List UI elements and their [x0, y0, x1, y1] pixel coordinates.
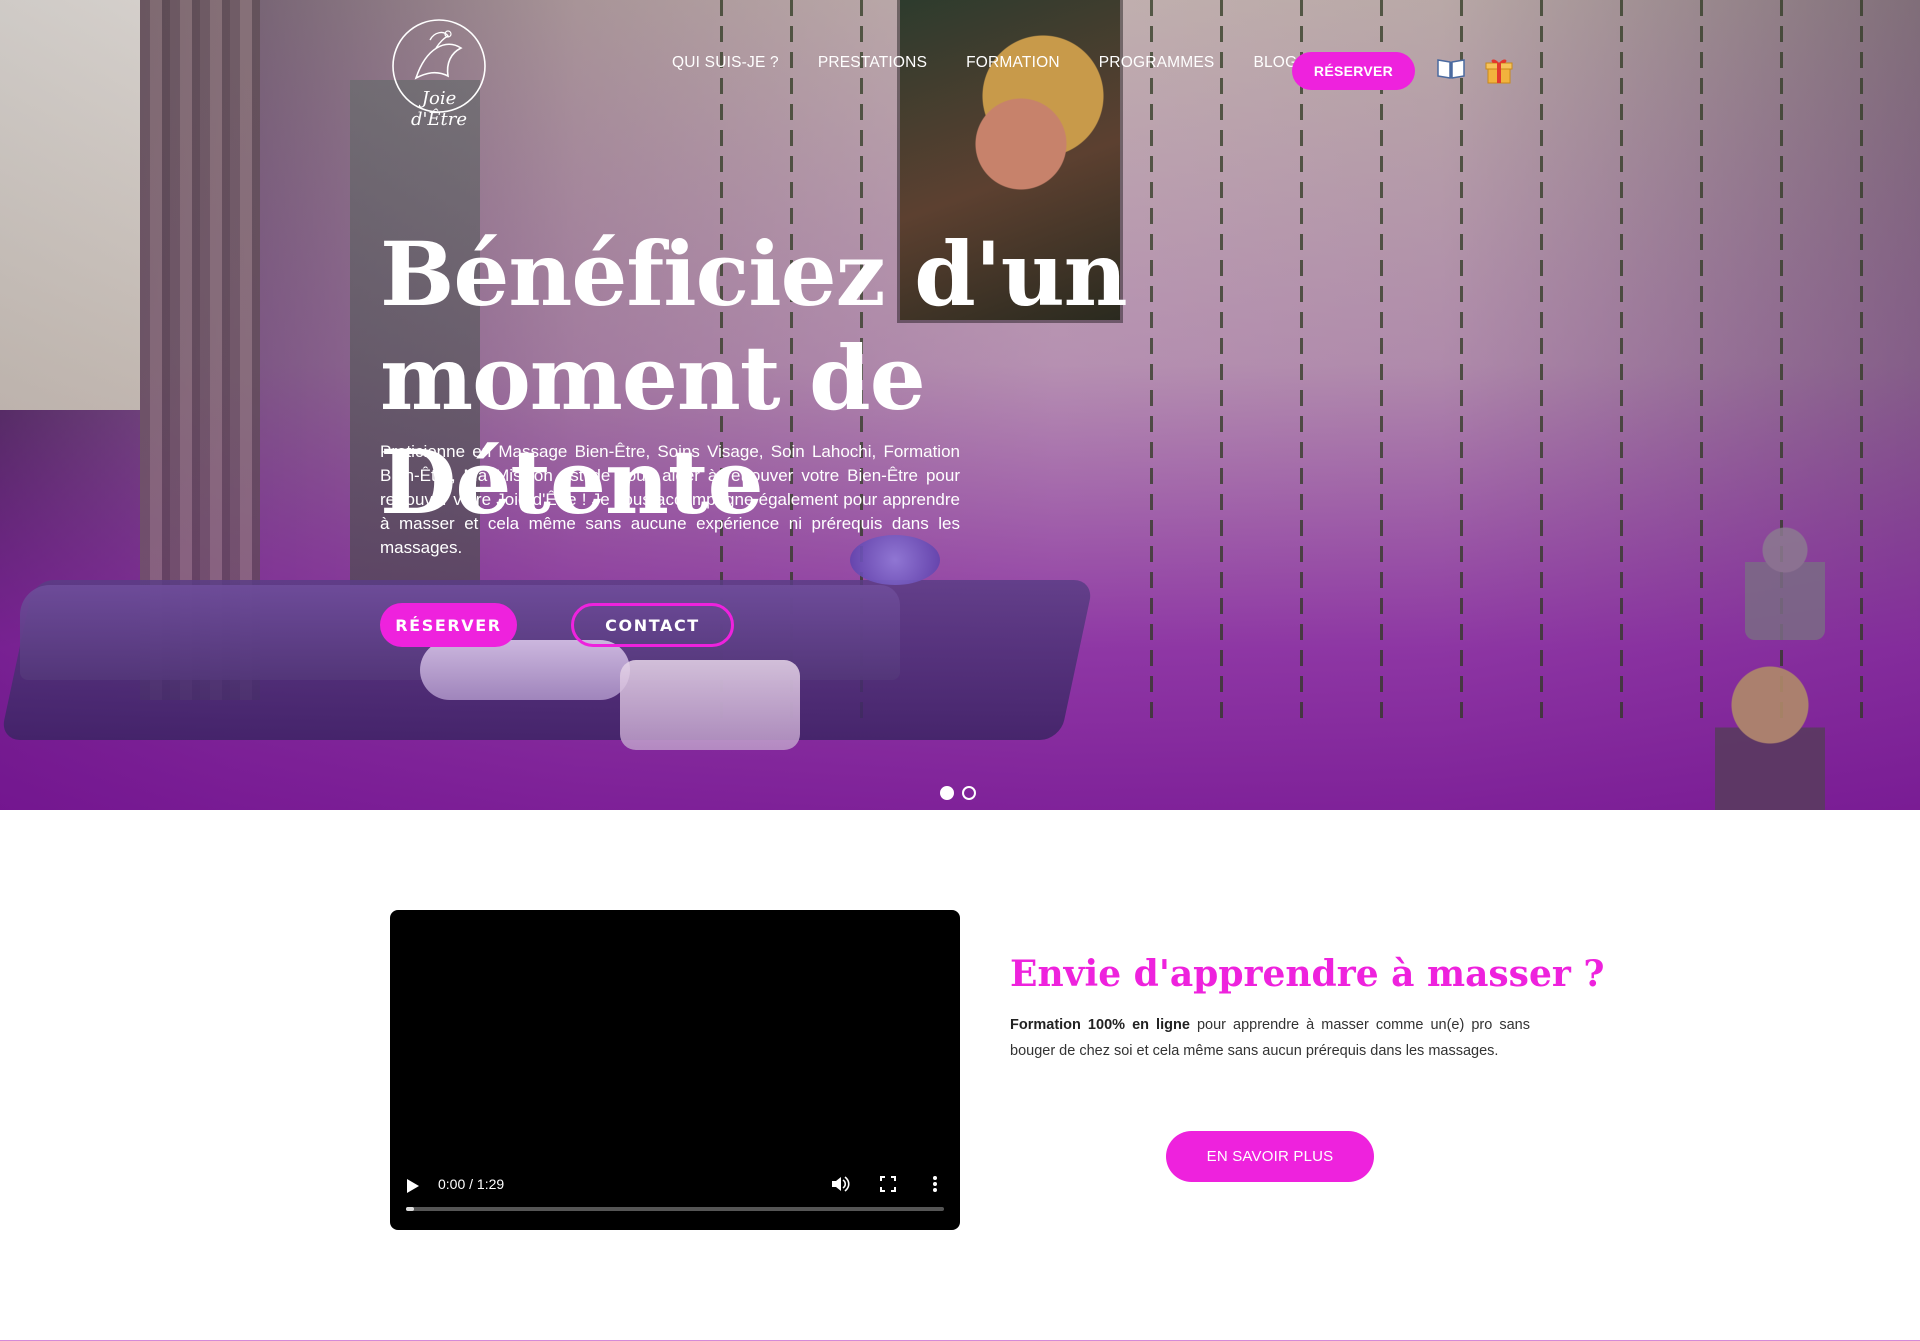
vine	[1380, 0, 1383, 720]
nav-item-prestations[interactable]: PRESTATIONS	[818, 54, 927, 72]
hero-title-line-1: Bénéficiez d'un	[380, 222, 1128, 326]
nav-item-programmes[interactable]: PROGRAMMES	[1099, 54, 1215, 72]
vine	[1540, 0, 1543, 720]
candles	[620, 660, 800, 750]
hero-section: Joie d'Être QUI SUIS-JE ? PRESTATIONS FO…	[0, 0, 1920, 810]
buddha-statue	[1715, 660, 1825, 810]
window	[0, 0, 140, 410]
hero-reserve-button[interactable]: RÉSERVER	[380, 603, 517, 647]
volume-icon[interactable]	[830, 1174, 850, 1194]
nav-item-blog[interactable]: BLOG	[1253, 54, 1297, 72]
fullscreen-icon[interactable]	[880, 1176, 896, 1192]
learn-more-button[interactable]: EN SAVOIR PLUS	[1166, 1131, 1374, 1182]
learn-description: Formation 100% en ligne pour apprendre à…	[1010, 1012, 1530, 1064]
gift-icon[interactable]	[1484, 55, 1514, 85]
nav-item-formation[interactable]: FORMATION	[966, 54, 1060, 72]
book-icon[interactable]	[1436, 56, 1466, 80]
vine	[1300, 0, 1303, 720]
more-options-icon[interactable]	[930, 1174, 940, 1194]
logo-text: Joie d'Être	[410, 88, 468, 130]
slider-dot-1[interactable]	[940, 786, 954, 800]
video-progress-track[interactable]	[406, 1207, 944, 1211]
learn-description-bold: Formation 100% en ligne	[1010, 1017, 1190, 1033]
slider-dot-2[interactable]	[962, 786, 976, 800]
video-time: 0:00 / 1:29	[438, 1176, 505, 1192]
play-icon[interactable]	[406, 1178, 420, 1194]
hero-contact-button[interactable]: CONTACT	[571, 603, 734, 647]
vine	[1860, 0, 1863, 720]
vine	[1460, 0, 1463, 720]
learn-title: Envie d'apprendre à masser ?	[1010, 953, 1605, 995]
video-progress-fill	[406, 1207, 414, 1211]
nav-item-qui-suis-je[interactable]: QUI SUIS-JE ?	[672, 54, 779, 72]
towel	[420, 640, 630, 700]
site-logo[interactable]: Joie d'Être	[386, 18, 492, 130]
slider-dots	[940, 786, 976, 800]
vine	[1620, 0, 1623, 720]
video-player[interactable]: 0:00 / 1:29	[390, 910, 960, 1230]
nav-reserve-button[interactable]: RÉSERVER	[1292, 52, 1415, 90]
buddha-statue	[1745, 520, 1825, 640]
main-nav: QUI SUIS-JE ? PRESTATIONS FORMATION PROG…	[672, 54, 1336, 72]
vine	[1700, 0, 1703, 720]
hero-description: Praticienne en Massage Bien-Être, Soins …	[380, 442, 960, 557]
